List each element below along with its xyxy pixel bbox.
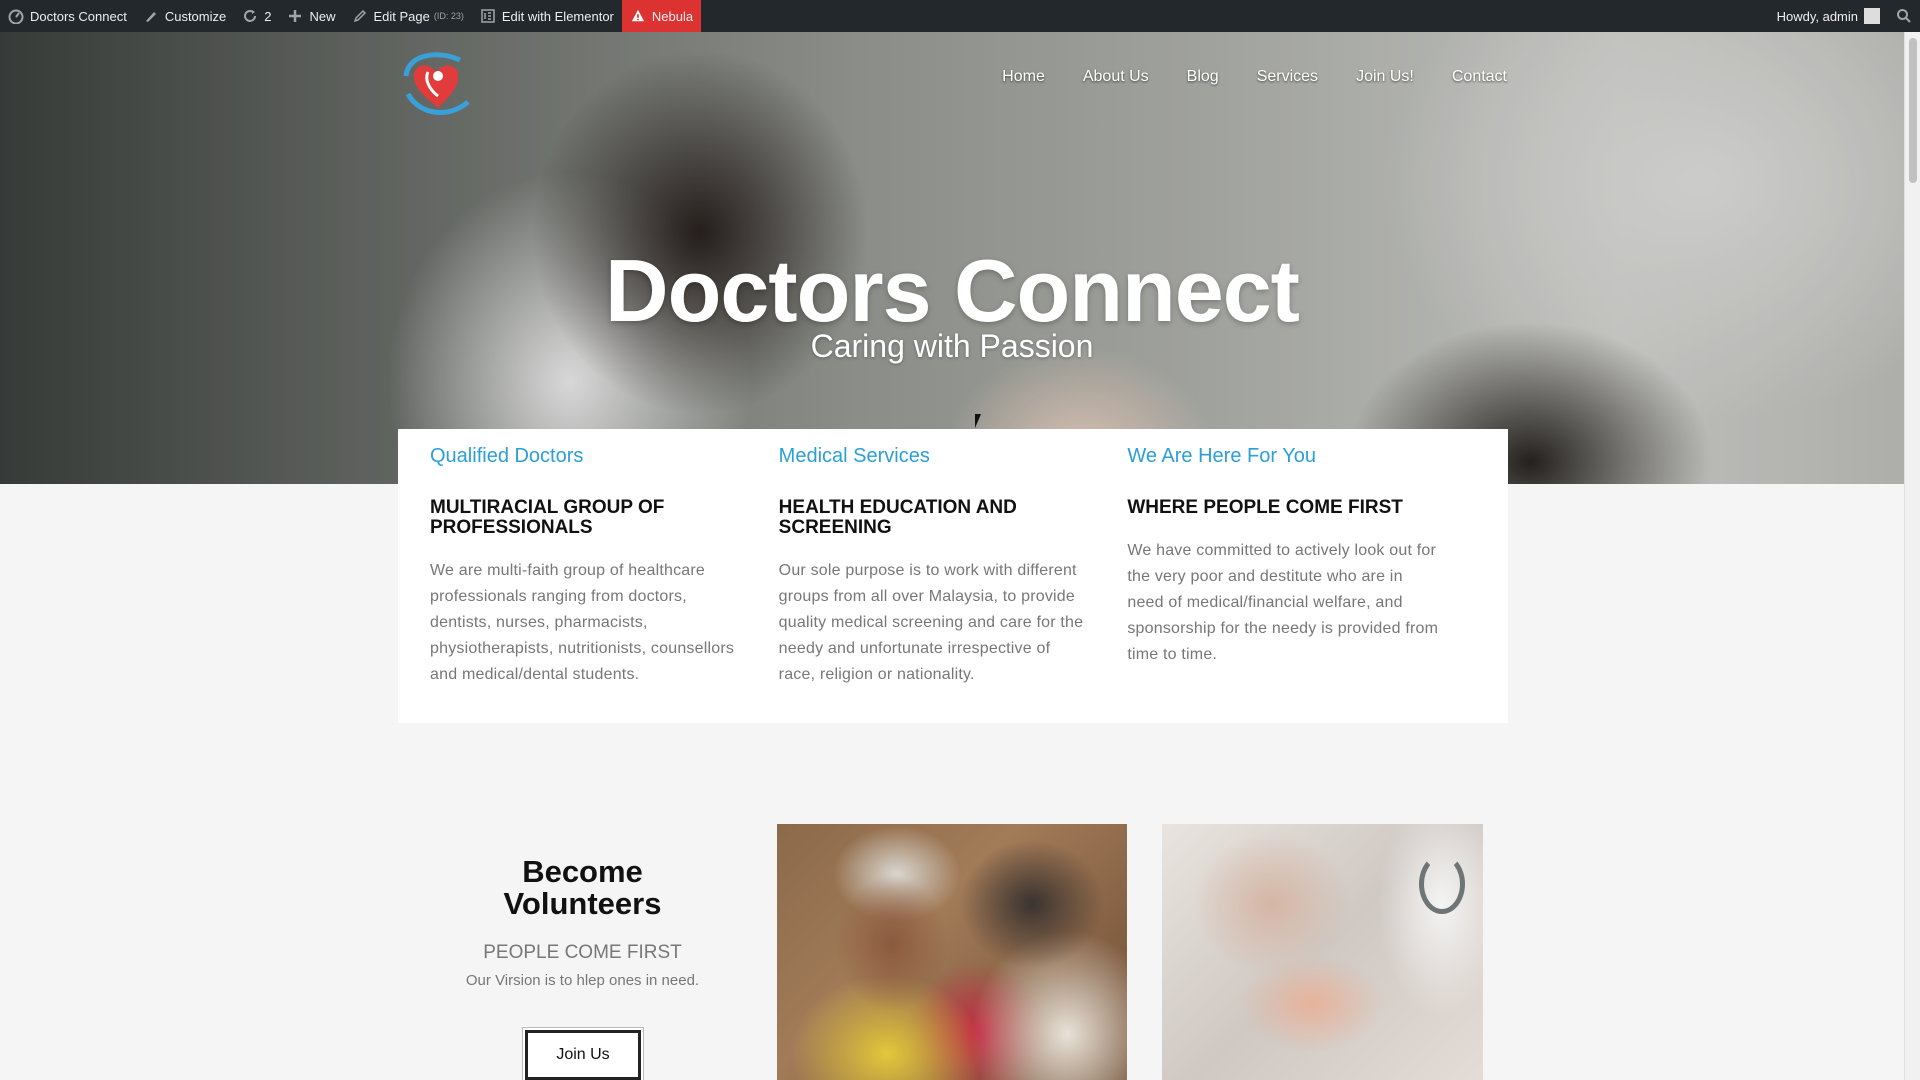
hero-section: Home About Us Blog Services Join Us! Con…: [0, 32, 1904, 484]
customize-label: Customize: [164, 8, 227, 24]
admin-search-button[interactable]: [1888, 0, 1920, 32]
feature-text: Our sole purpose is to work with differe…: [778, 562, 1084, 683]
avatar: [1864, 8, 1880, 24]
mouse-cursor: [975, 414, 981, 428]
feature-heading: HEALTH EDUCATION AND SCREENING: [778, 497, 1017, 538]
site-logo[interactable]: [398, 46, 476, 120]
site-name-link[interactable]: Doctors Connect: [0, 0, 135, 32]
plus-icon: [287, 8, 303, 24]
pencil-icon: [352, 8, 368, 24]
main-nav: Home About Us Blog Services Join Us! Con…: [983, 68, 1526, 86]
edit-page-label: Edit Page: [373, 8, 430, 24]
warning-icon: [630, 8, 646, 24]
updates-link[interactable]: 2: [234, 0, 279, 32]
feature-heading: MULTIRACIAL GROUP OF PROFESSIONALS: [430, 497, 665, 538]
edit-elementor-label: Edit with Elementor: [501, 8, 614, 24]
site-name-label: Doctors Connect: [30, 8, 127, 24]
features-box: Qualified Doctors MULTIRACIAL GROUP OF P…: [398, 429, 1508, 723]
volunteer-text: Our Virsion is to hlep ones in need.: [465, 972, 700, 989]
volunteer-tagline: PEOPLE COME FIRST: [483, 942, 682, 963]
new-content-link[interactable]: New: [279, 0, 343, 32]
refresh-icon: [242, 8, 258, 24]
feature-text: We are multi-faith group of healthcare p…: [430, 562, 735, 683]
howdy-label: Howdy, admin: [1776, 8, 1858, 24]
join-us-button[interactable]: Join Us: [525, 1030, 641, 1080]
admin-bar: Doctors Connect Customize 2 New Edit Pag…: [0, 0, 1920, 32]
feature-text: We have committed to actively look out f…: [1127, 542, 1439, 663]
feature-medical-services: Medical Services HEALTH EDUCATION AND SC…: [779, 429, 1128, 723]
hero-subtitle: Caring with Passion: [810, 328, 1094, 364]
elementor-icon: [480, 8, 496, 24]
patient-care-photo: [1162, 824, 1483, 1080]
search-icon: [1896, 8, 1912, 24]
nav-about-us[interactable]: About Us: [1064, 68, 1168, 86]
edit-page-id: (ID: 23): [433, 11, 464, 21]
nav-contact[interactable]: Contact: [1433, 68, 1526, 86]
nav-services[interactable]: Services: [1238, 68, 1337, 86]
customize-link[interactable]: Customize: [135, 0, 234, 32]
feature-title: Qualified Doctors: [430, 445, 584, 467]
nebula-label: Nebula: [651, 8, 694, 24]
nav-blog[interactable]: Blog: [1168, 68, 1238, 86]
new-label: New: [309, 8, 336, 24]
page-scrollbar[interactable]: [1904, 32, 1920, 1080]
volunteer-title: Become Volunteers: [503, 854, 662, 921]
nebula-link[interactable]: Nebula: [621, 0, 702, 32]
feature-heading: WHERE PEOPLE COME FIRST: [1127, 497, 1403, 518]
elderly-woman-photo: [777, 824, 1127, 1080]
nav-home[interactable]: Home: [983, 68, 1064, 86]
scrollbar-thumb[interactable]: [1909, 38, 1917, 183]
my-account-link[interactable]: Howdy, admin: [1769, 0, 1888, 32]
edit-elementor-link[interactable]: Edit with Elementor: [472, 0, 622, 32]
updates-count: 2: [264, 8, 272, 24]
edit-page-link[interactable]: Edit Page (ID: 23): [344, 0, 472, 32]
feature-title: We Are Here For You: [1127, 445, 1316, 467]
hero-title: Doctors Connect: [605, 241, 1300, 340]
feature-qualified-doctors: Qualified Doctors MULTIRACIAL GROUP OF P…: [430, 429, 779, 723]
brush-icon: [143, 8, 159, 24]
dashboard-icon: [8, 8, 24, 24]
stethoscope-shape: [1419, 854, 1465, 914]
feature-title: Medical Services: [778, 445, 930, 467]
nav-join-us[interactable]: Join Us!: [1337, 68, 1433, 86]
volunteer-section: Become Volunteers PEOPLE COME FIRST Our …: [440, 854, 725, 990]
feature-here-for-you: We Are Here For You WHERE PEOPLE COME FI…: [1127, 429, 1476, 723]
